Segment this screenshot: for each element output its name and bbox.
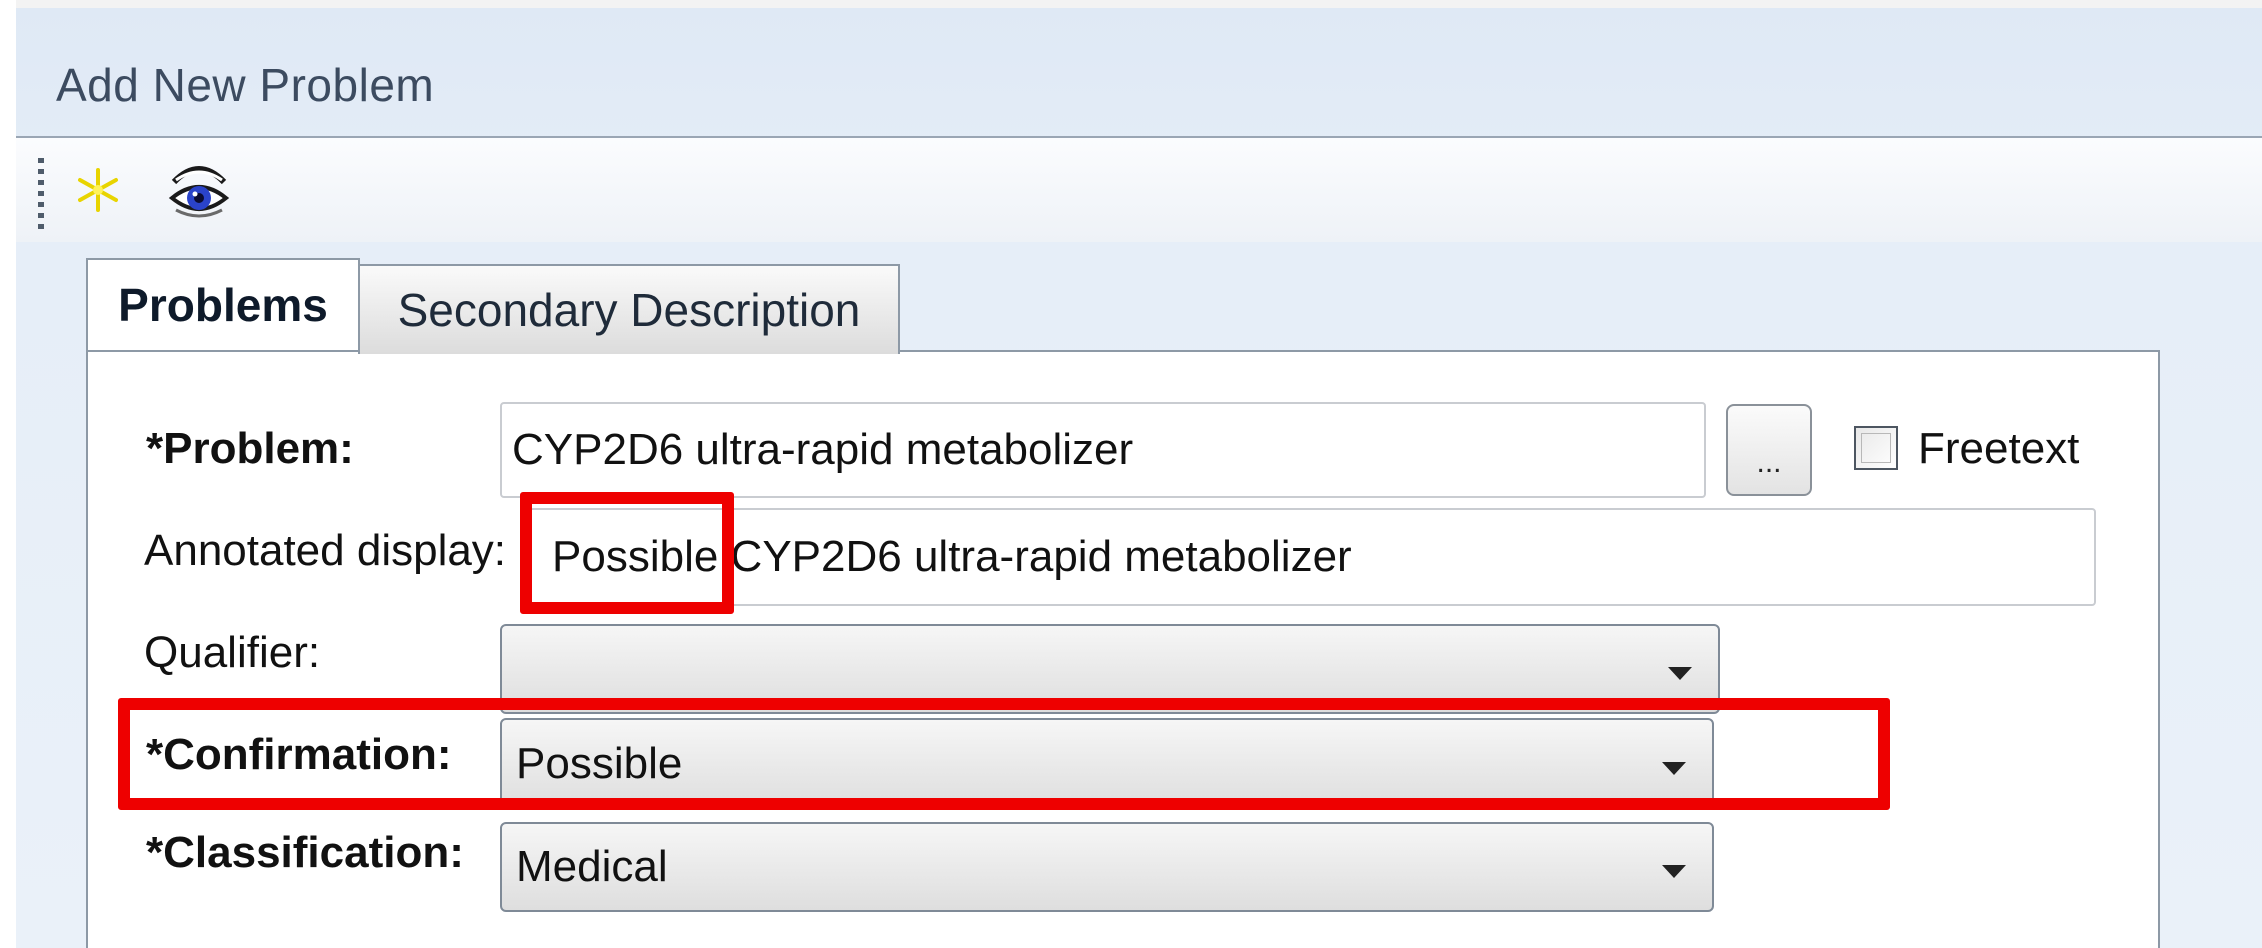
toolbar-grip[interactable] (38, 158, 44, 234)
window-title: Add New Problem (56, 59, 435, 111)
qualifier-label: Qualifier: (144, 628, 321, 677)
classification-value: Medical (516, 842, 668, 891)
classification-dropdown[interactable]: Medical (500, 822, 1714, 912)
problem-label: *Problem: (146, 424, 354, 473)
confirmation-dropdown[interactable]: Possible (500, 718, 1714, 810)
freetext-checkbox[interactable] (1854, 426, 1898, 470)
annotated-prefix: Possible (552, 532, 719, 581)
annotated-display-label: Annotated display: (144, 526, 507, 575)
add-new-problem-dialog: Add New Problem Problems Secondary Descr… (0, 0, 2262, 948)
top-edge (0, 0, 2262, 8)
problem-field[interactable]: CYP2D6 ultra-rapid metabolizer (500, 402, 1706, 498)
confirmation-value: Possible (516, 739, 683, 788)
toolbar (16, 138, 2262, 242)
freetext-label: Freetext (1918, 424, 2080, 473)
chevron-down-icon (1668, 667, 1692, 680)
qualifier-dropdown[interactable] (500, 624, 1720, 714)
eye-view-icon[interactable] (166, 158, 232, 224)
chevron-down-icon (1662, 762, 1686, 775)
classification-label: *Classification: (146, 828, 464, 877)
annotated-text: CYP2D6 ultra-rapid metabolizer (718, 532, 1352, 581)
browse-problem-button[interactable]: ... (1726, 404, 1812, 496)
new-star-icon[interactable] (74, 166, 122, 214)
left-edge (0, 0, 16, 948)
tab-secondary-description[interactable]: Secondary Description (358, 264, 900, 354)
tab-problems[interactable]: Problems (86, 258, 360, 350)
annotated-display-field: Possible CYP2D6 ultra-rapid metabolizer (528, 508, 2096, 606)
confirmation-label: *Confirmation: (146, 730, 452, 779)
chevron-down-icon (1662, 865, 1686, 878)
